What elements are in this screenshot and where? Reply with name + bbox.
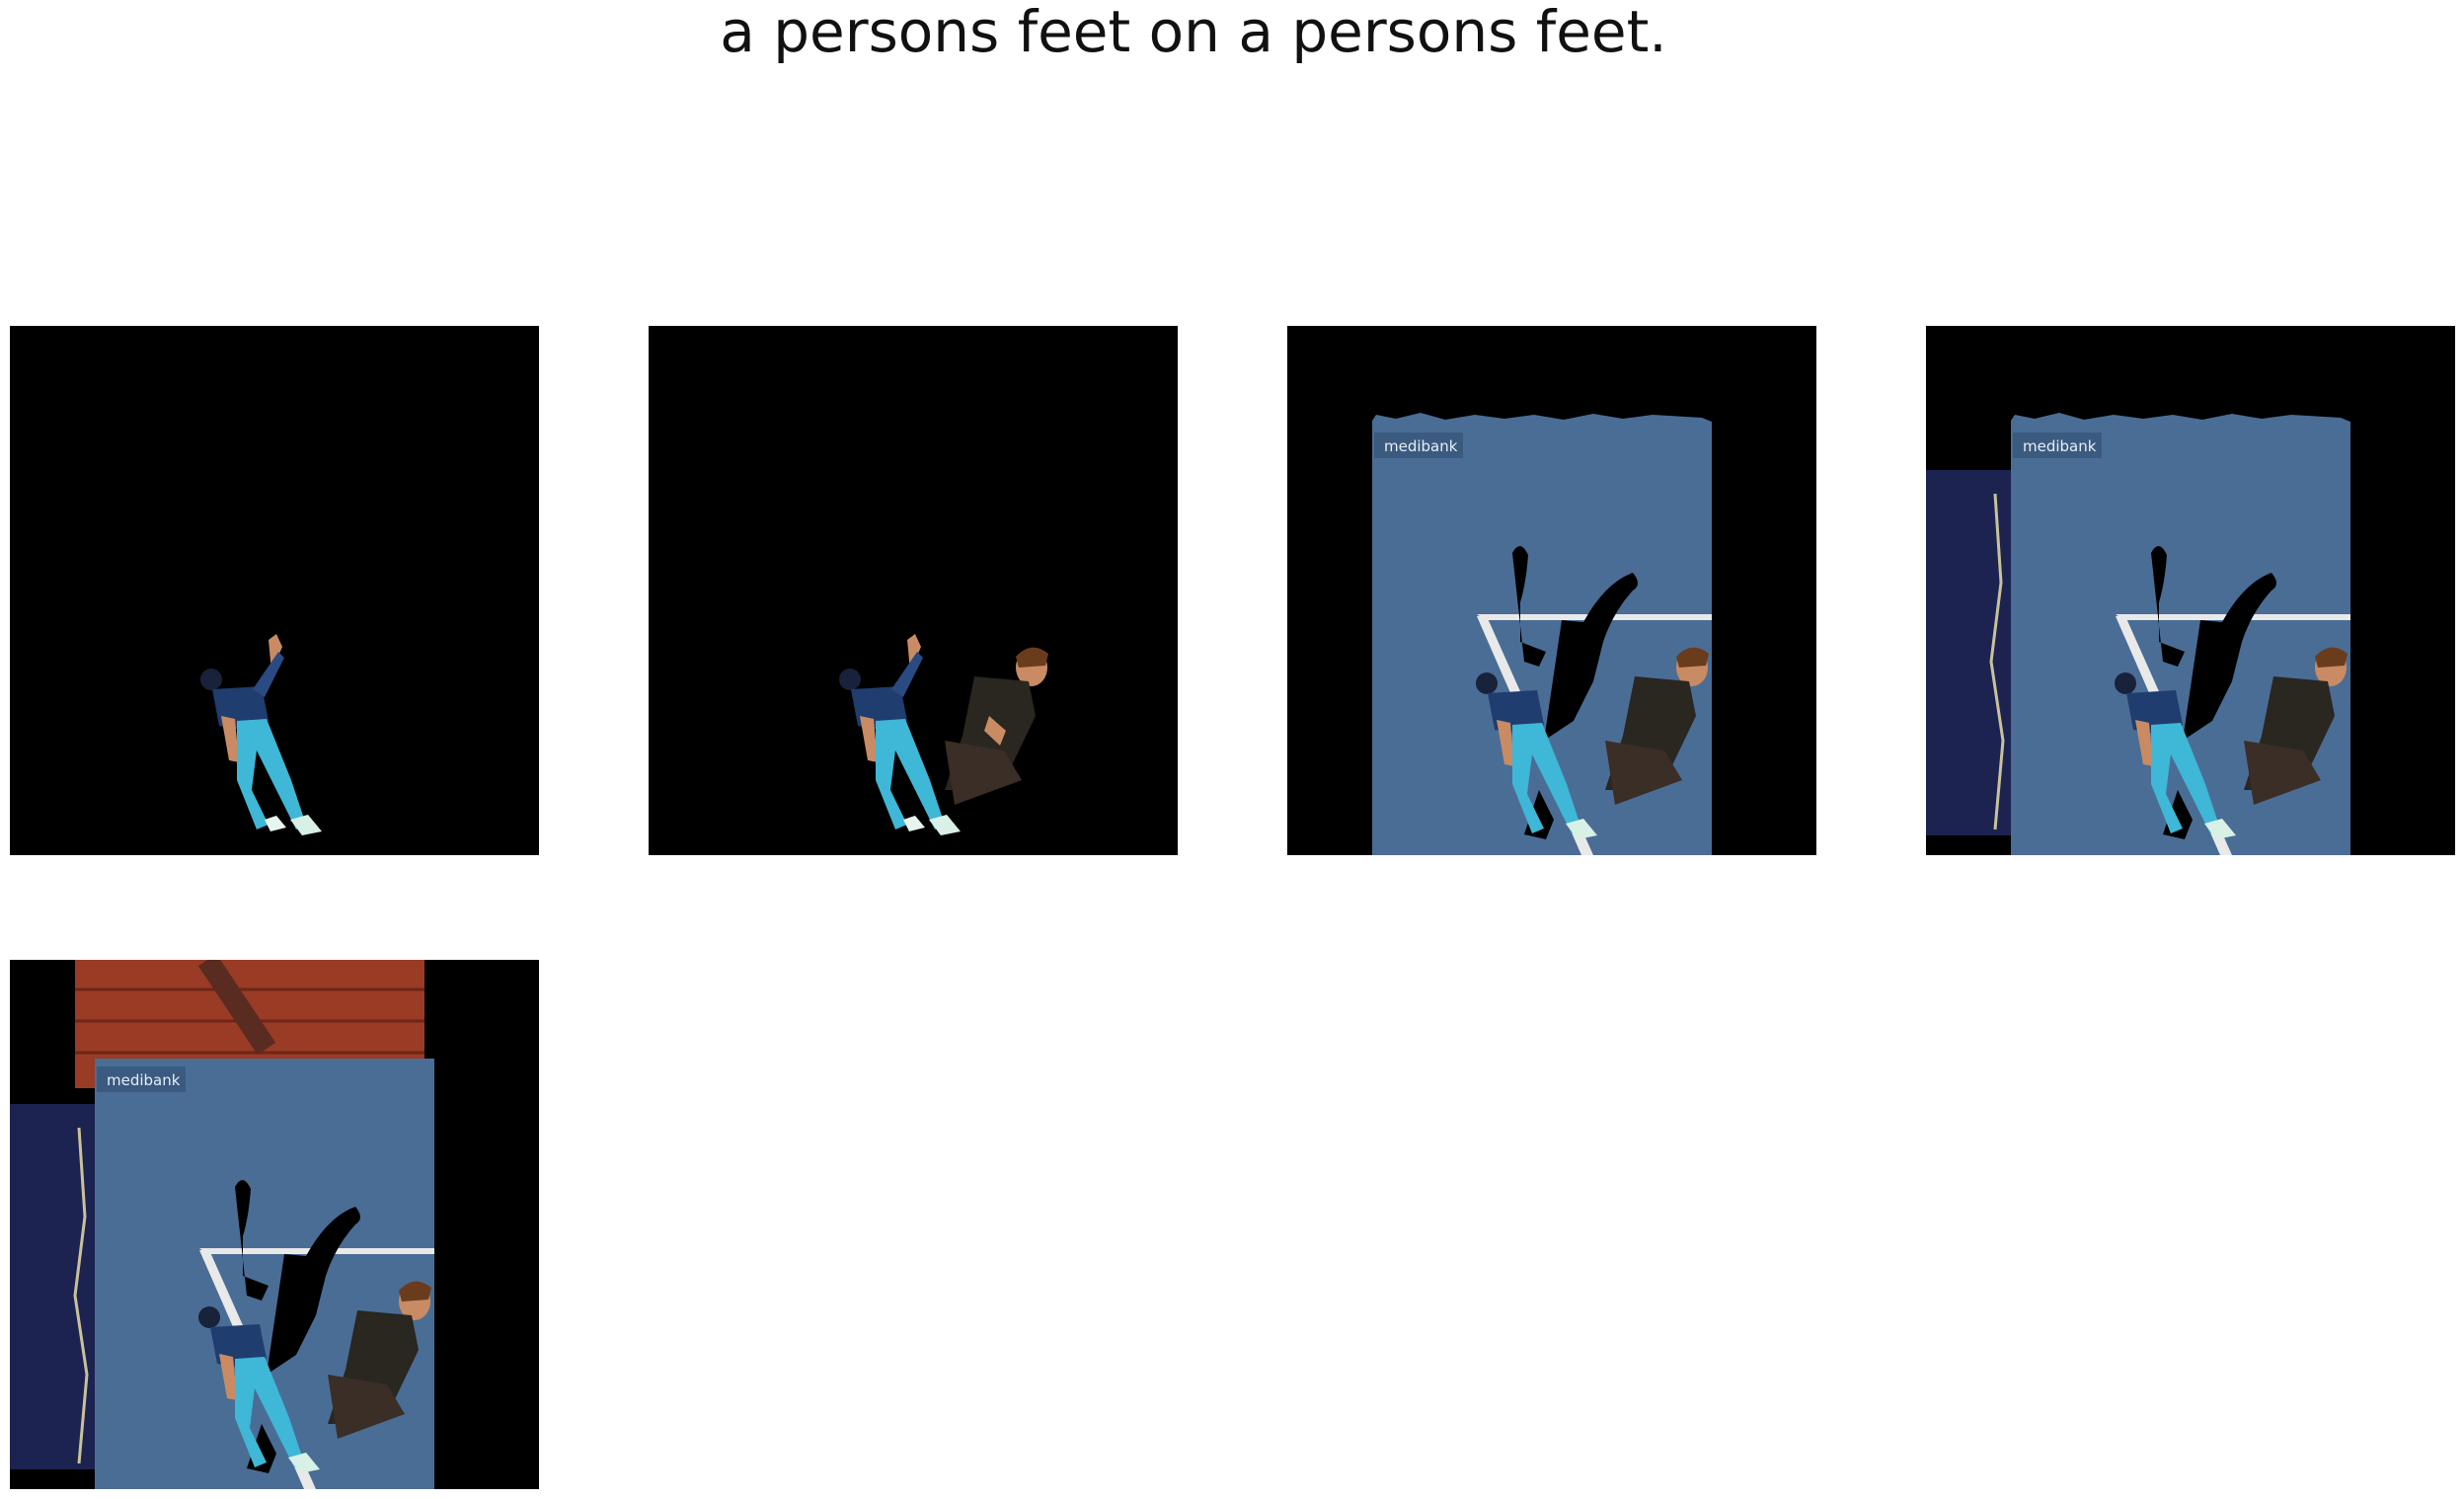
- court-surface: [1372, 413, 1712, 855]
- sponsor-banner-text: medibank: [107, 1071, 181, 1089]
- composite-panel-4: medibank: [1926, 326, 2455, 855]
- composite-panel-3: medibank: [1287, 326, 1816, 855]
- sponsor-banner-text: medibank: [1384, 437, 1458, 455]
- sponsor-banner-text: medibank: [2023, 437, 2097, 455]
- composite-panel-5: medibank: [10, 960, 539, 1489]
- panel-3-image: medibank: [1372, 413, 1712, 855]
- composite-panel-1: [10, 326, 539, 855]
- person-brown-shirt: [945, 647, 1048, 805]
- person-blue-shirt: [200, 634, 322, 835]
- panel-4-image: medibank: [1926, 413, 2350, 855]
- person-blue-shirt: [839, 634, 961, 835]
- panel-2-image: [839, 634, 1048, 835]
- court-surface: [2011, 413, 2350, 855]
- court-surface: [95, 1059, 434, 1489]
- composite-panel-2: [649, 326, 1178, 855]
- panel-1-image: [200, 634, 322, 835]
- figure-title: a persons feet on a persons feet.: [720, 0, 1667, 65]
- panel-5-image: medibank: [10, 960, 434, 1489]
